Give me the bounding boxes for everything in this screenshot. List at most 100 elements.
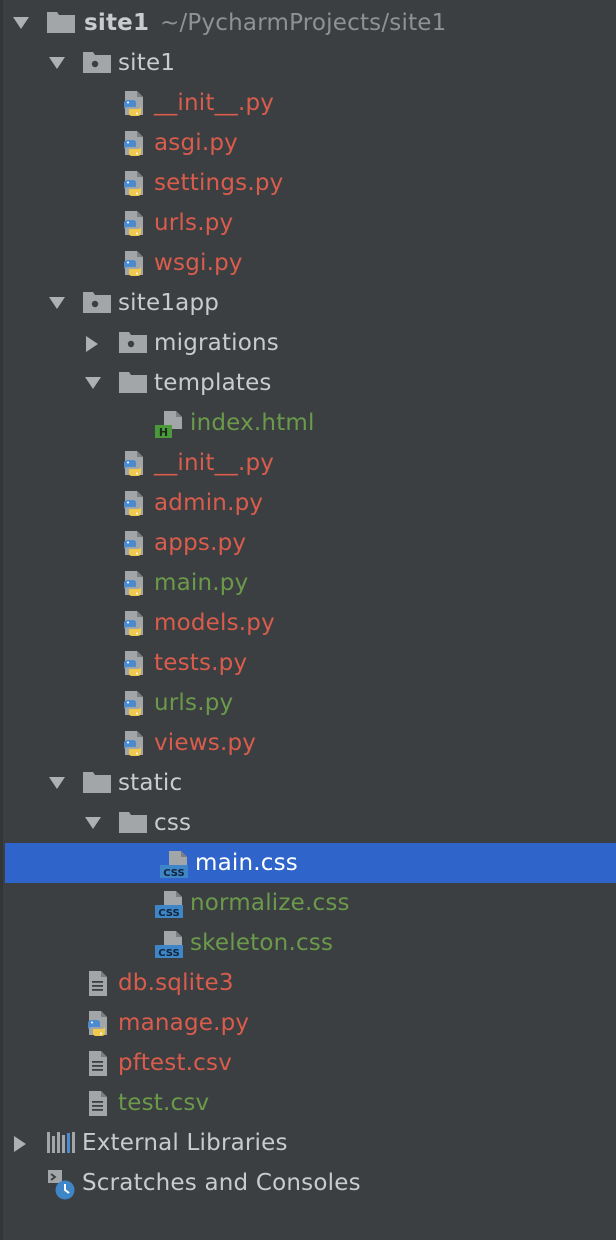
package-folder-icon — [118, 329, 148, 359]
tree-row[interactable]: main.py — [0, 563, 616, 603]
tree-row[interactable]: __init__.py — [0, 443, 616, 483]
chevron-right-icon[interactable] — [10, 1123, 34, 1163]
tree-row[interactable]: site1app — [0, 283, 616, 323]
tree-row[interactable]: tests.py — [0, 643, 616, 683]
tree-row-label: templates — [154, 370, 272, 396]
python-file-icon — [120, 489, 150, 519]
python-file-icon — [120, 529, 150, 559]
chevron-down-icon[interactable] — [46, 43, 70, 83]
libraries-icon — [46, 1129, 76, 1159]
text-file-icon — [84, 969, 114, 999]
chevron-down-icon[interactable] — [46, 283, 70, 323]
python-file-icon — [120, 209, 150, 239]
tree-row[interactable]: test.csv — [0, 1083, 616, 1123]
tree-row[interactable]: pftest.csv — [0, 1043, 616, 1083]
tree-row-label: wsgi.py — [154, 250, 243, 276]
folder-icon — [46, 9, 76, 39]
tree-row[interactable]: templates — [0, 363, 616, 403]
tree-row[interactable]: asgi.py — [0, 123, 616, 163]
tree-row-label: manage.py — [118, 1010, 250, 1036]
chevron-right-icon[interactable] — [82, 323, 106, 363]
scratches-icon — [46, 1169, 76, 1200]
html-file-icon: H — [154, 409, 184, 439]
folder-icon — [82, 769, 112, 799]
package-folder-icon — [82, 289, 112, 319]
svg-text:CSS: CSS — [163, 868, 184, 879]
tree-row[interactable]: urls.py — [0, 203, 616, 243]
text-file-icon — [84, 1089, 114, 1119]
python-file-icon — [120, 449, 150, 479]
folder-icon — [118, 809, 148, 839]
tree-row-label: test.csv — [118, 1090, 210, 1116]
text-file-icon — [84, 1049, 114, 1079]
tree-row[interactable]: External Libraries — [0, 1123, 616, 1163]
tree-row-label: asgi.py — [154, 130, 238, 156]
tree-row-label: main.py — [154, 570, 249, 596]
tree-row-label: apps.py — [154, 530, 247, 556]
python-file-icon — [120, 609, 150, 639]
chevron-down-icon[interactable] — [10, 3, 34, 43]
python-file-icon — [84, 1009, 114, 1039]
tree-row[interactable]: static — [0, 763, 616, 803]
package-folder-icon — [82, 49, 112, 79]
tree-row-label: index.html — [190, 410, 315, 436]
tree-row-label: urls.py — [154, 210, 234, 236]
css-file-icon: CSS — [154, 929, 184, 959]
tree-row[interactable]: migrations — [0, 323, 616, 363]
python-file-icon — [120, 129, 150, 159]
tree-row[interactable]: manage.py — [0, 1003, 616, 1043]
tree-row-label: static — [118, 770, 183, 796]
folder-icon — [118, 369, 148, 399]
tree-row[interactable]: models.py — [0, 603, 616, 643]
python-file-icon — [120, 649, 150, 679]
tree-row-label: migrations — [154, 330, 279, 356]
chevron-down-icon[interactable] — [46, 763, 70, 803]
tree-row-label: pftest.csv — [118, 1050, 233, 1076]
tree-row-label: __init__.py — [154, 90, 275, 116]
tree-row[interactable]: CSS skeleton.css — [0, 923, 616, 963]
tree-row-label: models.py — [154, 610, 275, 636]
tree-row-label: main.css — [195, 850, 298, 876]
tree-row[interactable]: settings.py — [0, 163, 616, 203]
tree-row-label: admin.py — [154, 490, 264, 516]
python-file-icon — [120, 729, 150, 759]
tree-row[interactable]: css — [0, 803, 616, 843]
tree-row[interactable]: site1 — [0, 43, 616, 83]
tree-row-label: views.py — [154, 730, 257, 756]
tree-row-label: urls.py — [154, 690, 234, 716]
tree-row-selected[interactable]: CSS main.css — [5, 843, 616, 883]
tree-row-label: css — [154, 810, 192, 836]
tree-row[interactable]: db.sqlite3 — [0, 963, 616, 1003]
tree-row-label: normalize.css — [190, 890, 350, 916]
tree-row-label: db.sqlite3 — [118, 970, 234, 996]
tree-row[interactable]: admin.py — [0, 483, 616, 523]
tree-row[interactable]: wsgi.py — [0, 243, 616, 283]
chevron-down-icon[interactable] — [82, 803, 106, 843]
tree-row-root[interactable]: site1 ~/PycharmProjects/site1 — [0, 3, 616, 43]
python-file-icon — [120, 169, 150, 199]
tree-row[interactable]: urls.py — [0, 683, 616, 723]
tree-row[interactable]: views.py — [0, 723, 616, 763]
tree-row-label: tests.py — [154, 650, 248, 676]
tree-row[interactable]: __init__.py — [0, 83, 616, 123]
chevron-down-icon[interactable] — [82, 363, 106, 403]
tree-row-label: site1app — [118, 290, 220, 316]
css-file-icon: CSS — [154, 889, 184, 919]
tree-row-label: site1 — [118, 50, 176, 76]
tree-row[interactable]: CSS normalize.css — [0, 883, 616, 923]
tree-row[interactable]: Scratches and Consoles — [0, 1163, 616, 1203]
css-file-icon: CSS — [159, 849, 189, 879]
python-file-icon — [120, 689, 150, 719]
project-tree: site1 ~/PycharmProjects/site1 site1 __ini… — [0, 0, 616, 1240]
tree-row-label: settings.py — [154, 170, 284, 196]
tree-row-label: External Libraries — [82, 1130, 288, 1156]
tree-row[interactable]: apps.py — [0, 523, 616, 563]
tree-row-label: __init__.py — [154, 450, 275, 476]
svg-text:H: H — [159, 426, 168, 439]
python-file-icon — [120, 89, 150, 119]
svg-text:CSS: CSS — [158, 948, 179, 959]
root-folder-name: site1 — [84, 10, 150, 36]
svg-text:CSS: CSS — [158, 908, 179, 919]
tree-row[interactable]: Hindex.html — [0, 403, 616, 443]
python-file-icon — [120, 249, 150, 279]
